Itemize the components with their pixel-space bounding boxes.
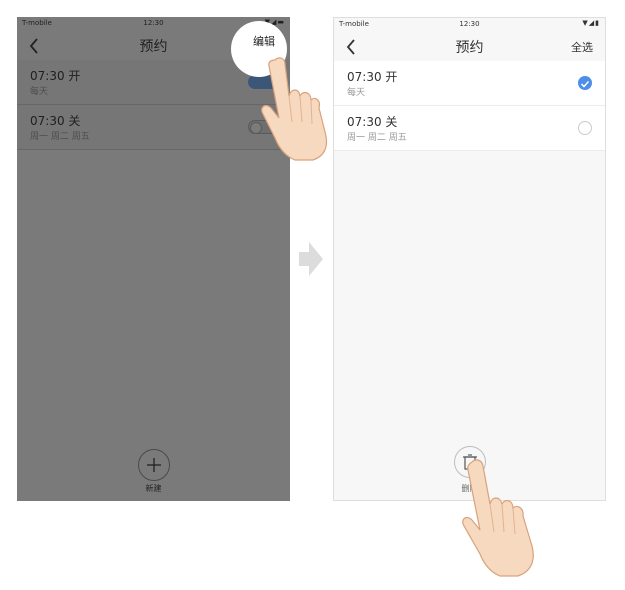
new-button-label: 新建 [145, 484, 162, 493]
plus-icon [146, 458, 161, 472]
checkbox-checked[interactable] [578, 76, 592, 90]
schedule-time: 07:30 开 [347, 70, 398, 84]
phone-screen-before: T-mobile 12:30 ▼◢▬ 预约 编辑 07:30 开 每天 07:3… [17, 17, 290, 501]
list-item[interactable]: 07:30 关 周一 周二 周五 [334, 106, 605, 151]
schedule-time: 07:30 关 [347, 115, 398, 129]
signal-battery-icons: ▼◢▮ [582, 19, 600, 27]
schedule-time: 07:30 开 [30, 69, 81, 83]
hand-pointer-icon [261, 57, 328, 161]
edit-button-highlighted: 编辑 [253, 35, 275, 48]
schedule-time: 07:30 关 [30, 114, 81, 128]
select-all-button[interactable]: 全选 [571, 39, 593, 55]
list-item[interactable]: 07:30 开 每天 [334, 61, 605, 106]
list-item[interactable]: 07:30 关 周一 周二 周五 [17, 105, 290, 150]
next-step-arrow-icon [299, 242, 323, 276]
schedule-days: 周一 周二 周五 [30, 132, 90, 142]
phone-screen-after: T-mobile 12:30 ▼◢▮ 预约 全选 07:30 开 每天 07:3… [333, 17, 606, 501]
status-time: 12:30 [459, 20, 480, 28]
schedule-days: 每天 [347, 88, 366, 98]
new-button[interactable] [137, 449, 170, 481]
schedule-list: 07:30 开 每天 07:30 关 周一 周二 周五 [334, 61, 605, 151]
checkmark-icon [580, 80, 590, 88]
hand-pointer-icon [462, 459, 534, 577]
schedule-days: 每天 [30, 87, 49, 97]
schedule-days: 周一 周二 周五 [347, 133, 407, 143]
page-title: 预约 [455, 40, 484, 56]
status-bar: T-mobile 12:30 ▼◢▮ [334, 18, 605, 32]
nav-bar: 预约 全选 [334, 33, 605, 61]
checkbox-unchecked[interactable] [578, 121, 592, 135]
